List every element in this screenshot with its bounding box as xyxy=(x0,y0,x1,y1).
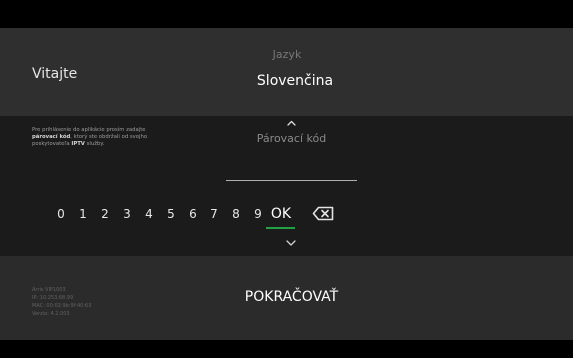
device-mac: MAC: 00:02:9b:9f:40:63 xyxy=(32,303,92,309)
instruction-bold-pairing-code: párovací kód xyxy=(32,134,71,140)
keypad-key-3[interactable]: 3 xyxy=(121,202,133,226)
ok-focus-indicator xyxy=(266,227,295,229)
keypad-key-1[interactable]: 1 xyxy=(77,202,89,226)
instruction-text-3: poskytovateľa xyxy=(32,141,70,147)
numeric-keypad: 0 1 2 3 4 5 6 7 8 9 OK xyxy=(55,202,345,232)
keypad-key-5[interactable]: 5 xyxy=(165,202,177,226)
keypad-key-7[interactable]: 7 xyxy=(208,202,220,226)
instruction-text-1: Pre prihlásenie do aplikácie prosím zada… xyxy=(32,127,146,133)
keypad-key-4[interactable]: 4 xyxy=(143,202,155,226)
pairing-code-underline xyxy=(226,180,357,181)
chevron-down-icon[interactable] xyxy=(286,239,296,247)
keypad-key-0[interactable]: 0 xyxy=(55,202,67,226)
keypad-key-8[interactable]: 8 xyxy=(230,202,242,226)
device-ip: IP: 10.253.68.99 xyxy=(32,295,74,301)
chevron-up-icon[interactable] xyxy=(287,119,296,127)
language-panel xyxy=(0,28,573,116)
backspace-icon[interactable] xyxy=(312,206,335,221)
device-info: Arris VIP1003 IP: 10.253.68.99 MAC: 00:0… xyxy=(32,286,152,318)
continue-button[interactable]: POKRAČOVAŤ xyxy=(225,283,358,311)
keypad-key-2[interactable]: 2 xyxy=(99,202,111,226)
pairing-code-field[interactable]: Párovací kód xyxy=(239,132,344,145)
instruction-text-2: , ktorý ste obdržali od svojho xyxy=(70,134,148,140)
welcome-title: Vitajte xyxy=(32,66,78,82)
pairing-screen: Vitajte Jazyk Slovenčina Pre prihlásenie… xyxy=(0,0,573,358)
pairing-instruction: Pre prihlásenie do aplikácie prosím zada… xyxy=(32,127,207,148)
instruction-text-4: služby. xyxy=(84,141,105,147)
keypad-key-9[interactable]: 9 xyxy=(252,202,264,226)
device-model: Arris VIP1003 xyxy=(32,287,66,293)
language-selector[interactable]: Slovenčina xyxy=(240,73,350,89)
instruction-bold-iptv: IPTV xyxy=(71,141,85,147)
device-version: Verzia: 4.2.003 xyxy=(32,311,70,317)
keypad-key-6[interactable]: 6 xyxy=(187,202,199,226)
keypad-ok-button[interactable]: OK xyxy=(267,202,295,226)
language-caption: Jazyk xyxy=(272,48,302,61)
